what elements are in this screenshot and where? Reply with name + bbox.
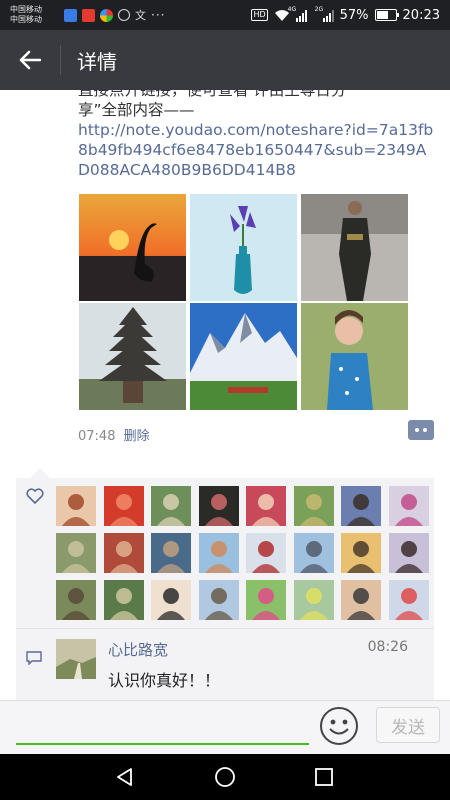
app-notify-icon xyxy=(100,8,113,22)
comment-text: 认识你真好！！ xyxy=(108,671,221,690)
carrier-info: 中国移动 中国移动 xyxy=(0,5,62,25)
hd-icon: HD xyxy=(251,9,268,21)
status-bar: 中国移动 中国移动 文 ··· HD 4G 2G 57% 20:23 xyxy=(0,0,450,30)
nav-home-button[interactable] xyxy=(212,764,238,790)
liker-avatar[interactable] xyxy=(56,533,96,573)
photo-iris-in-bottle[interactable] xyxy=(190,194,297,301)
liker-avatar[interactable] xyxy=(103,533,144,573)
liker-avatar[interactable] xyxy=(341,533,381,573)
liker-avatar[interactable] xyxy=(246,533,286,573)
liker-avatar[interactable] xyxy=(293,486,334,526)
heart-icon xyxy=(26,488,44,504)
liker-avatar[interactable] xyxy=(151,486,191,526)
back-arrow-icon xyxy=(19,50,41,70)
network-1-label: 4G xyxy=(287,5,297,13)
back-button[interactable] xyxy=(0,30,60,90)
liker-avatar[interactable] xyxy=(246,580,286,620)
comment-bubble-icon xyxy=(26,651,42,665)
more-notifications-icon: ··· xyxy=(151,8,166,22)
comment-time: 08:26 xyxy=(367,639,408,655)
comment-input-bar: 发送 xyxy=(0,700,450,755)
likes-pointer xyxy=(30,468,50,478)
clock: 20:23 xyxy=(402,7,440,23)
post-meta: 07:48 删除 xyxy=(78,425,150,444)
nav-recents-button[interactable] xyxy=(311,764,337,790)
header-divider xyxy=(60,45,61,75)
post-time: 07:48 xyxy=(78,429,116,444)
liker-avatar[interactable] xyxy=(388,533,429,573)
app-header: 详情 xyxy=(0,30,450,90)
post-text-line: 享”全部内容—— xyxy=(78,101,195,119)
delete-button[interactable]: 删除 xyxy=(124,429,150,444)
photo-snow-mountain-train[interactable] xyxy=(190,303,297,410)
post-text-line-cut: 直接点开链接，便可查看 评由王尊日分 xyxy=(78,90,347,99)
liker-avatar[interactable] xyxy=(56,580,96,620)
emoji-icon[interactable] xyxy=(319,706,359,746)
photo-sunset-crane[interactable] xyxy=(79,194,186,301)
system-nav-bar xyxy=(0,754,450,800)
liker-avatar[interactable] xyxy=(198,580,239,620)
photo-woman-blue-dress[interactable] xyxy=(301,303,408,410)
nav-back-icon xyxy=(117,768,132,786)
photo-grid xyxy=(79,194,408,410)
liker-avatar[interactable] xyxy=(293,533,334,573)
carrier-2: 中国移动 xyxy=(10,15,42,24)
liker-avatar[interactable] xyxy=(56,486,96,526)
app-notify-icon xyxy=(82,8,95,22)
nav-back-button[interactable] xyxy=(112,764,138,790)
liker-avatar[interactable] xyxy=(198,486,239,526)
comment-item[interactable]: 心比路宽 08:26 认识你真好！！ xyxy=(16,629,434,700)
carrier-1: 中国移动 xyxy=(10,5,42,14)
signal-1-icon: 4G xyxy=(288,6,307,22)
liker-avatar[interactable] xyxy=(388,486,429,526)
liker-avatar[interactable] xyxy=(246,486,286,526)
battery-percent: 57% xyxy=(339,7,369,23)
liker-avatar[interactable] xyxy=(103,486,144,526)
notification-icons: 文 ··· xyxy=(64,7,165,23)
liker-avatar[interactable] xyxy=(388,580,429,620)
comment-author[interactable]: 心比路宽 xyxy=(108,639,168,660)
input-underline xyxy=(16,743,309,745)
app-notify-icon: 文 xyxy=(135,9,146,22)
battery-icon xyxy=(374,9,399,21)
liker-avatar[interactable] xyxy=(198,533,239,573)
status-right: HD 4G 2G 57% 20:23 xyxy=(251,0,440,30)
nav-home-icon xyxy=(215,767,235,787)
signal-2-icon: 2G xyxy=(315,6,334,22)
liker-avatar[interactable] xyxy=(151,580,191,620)
network-2-label: 2G xyxy=(314,5,324,13)
liker-avatar[interactable] xyxy=(103,580,144,620)
liker-avatar[interactable] xyxy=(341,580,381,620)
comment-menu-icon[interactable] xyxy=(408,420,434,440)
post-detail[interactable]: 直接点开链接，便可查看 评由王尊日分 享”全部内容—— http://note.… xyxy=(0,90,450,700)
liker-avatar[interactable] xyxy=(341,486,381,526)
send-button[interactable]: 发送 xyxy=(376,707,440,743)
post-link[interactable]: http://note.youdao.com/noteshare?id=7a13… xyxy=(78,120,438,180)
photo-runway-model[interactable] xyxy=(301,194,408,301)
liker-avatar[interactable] xyxy=(151,533,191,573)
avatar[interactable] xyxy=(56,639,96,679)
photo-pagoda-tower[interactable] xyxy=(79,303,186,410)
app-notify-icon xyxy=(118,9,130,21)
app-notify-icon xyxy=(64,8,77,22)
liker-avatar[interactable] xyxy=(293,580,334,620)
nav-recents-icon xyxy=(315,768,333,786)
post-body: 直接点开链接，便可查看 评由王尊日分 享”全部内容—— http://note.… xyxy=(78,90,438,180)
likes-panel xyxy=(16,478,434,628)
comment-input[interactable] xyxy=(16,707,309,743)
page-title: 详情 xyxy=(77,49,117,74)
